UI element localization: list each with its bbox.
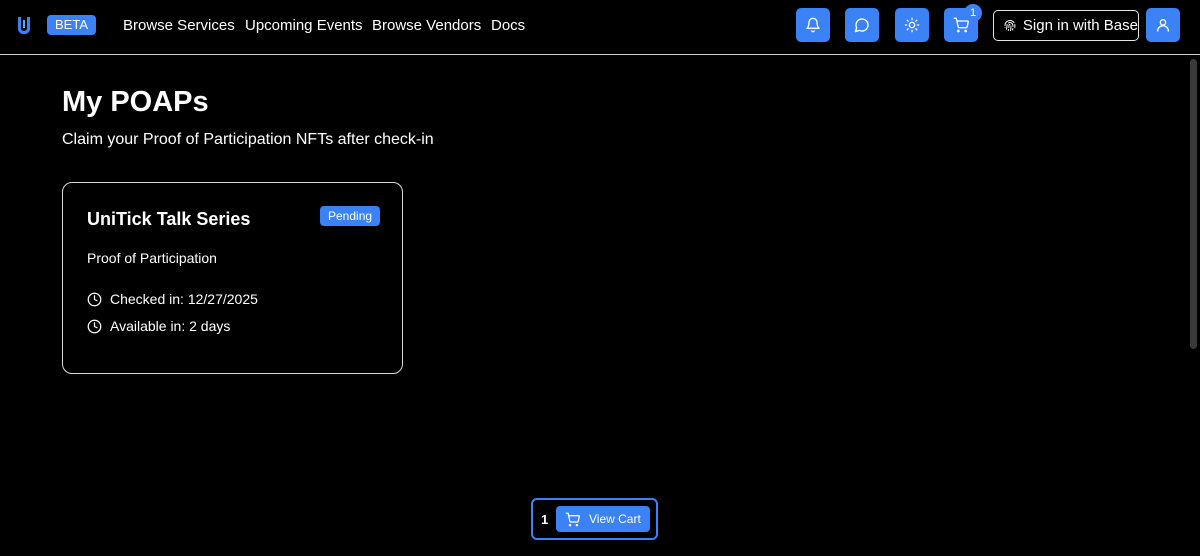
notifications-button[interactable] <box>796 8 830 42</box>
fingerprint-icon <box>1004 20 1016 31</box>
chat-icon <box>854 18 869 33</box>
clock-icon <box>87 319 102 333</box>
sign-in-button[interactable]: Sign in with Base <box>993 10 1139 41</box>
beta-badge: BETA <box>47 15 96 35</box>
logo-icon[interactable] <box>16 16 34 34</box>
checked-in-text: Checked in: 12/27/2025 <box>110 291 258 307</box>
page-title: My POAPs <box>62 86 209 118</box>
user-icon <box>1157 19 1169 32</box>
page-scrollbar[interactable] <box>1187 55 1200 556</box>
page-subtitle: Claim your Proof of Participation NFTs a… <box>62 131 434 148</box>
messages-button[interactable] <box>845 8 879 42</box>
checked-in-row: Checked in: 12/27/2025 <box>87 291 258 307</box>
profile-button[interactable] <box>1146 8 1180 42</box>
top-navbar: BETA Browse Services Upcoming Events Bro… <box>0 0 1200 55</box>
poap-card-description: Proof of Participation <box>87 250 217 266</box>
status-badge: Pending <box>320 206 381 226</box>
poap-card[interactable]: UniTick Talk Series Pending Proof of Par… <box>62 182 403 374</box>
poap-card-title: UniTick Talk Series <box>87 209 251 229</box>
view-cart-label: View Cart <box>589 512 641 526</box>
available-in-row: Available in: 2 days <box>87 318 230 334</box>
nav-browse-vendors[interactable]: Browse Vendors <box>372 17 481 34</box>
nav-docs[interactable]: Docs <box>491 17 525 34</box>
nav-upcoming-events[interactable]: Upcoming Events <box>245 17 363 34</box>
sun-icon <box>904 17 920 33</box>
theme-toggle-button[interactable] <box>895 8 929 42</box>
bell-icon <box>806 17 820 33</box>
cart-icon <box>565 512 580 526</box>
scrollbar-thumb[interactable] <box>1190 59 1197 349</box>
cart-bar-count: 1 <box>541 512 549 527</box>
sign-in-label: Sign in with Base <box>1022 17 1138 34</box>
clock-icon <box>87 292 102 306</box>
available-in-text: Available in: 2 days <box>110 318 231 334</box>
cart-count-badge: 1 <box>964 4 982 22</box>
view-cart-button[interactable]: View Cart <box>556 506 650 532</box>
nav-browse-services[interactable]: Browse Services <box>123 17 235 34</box>
floating-cart-bar: 1 View Cart <box>531 498 658 540</box>
